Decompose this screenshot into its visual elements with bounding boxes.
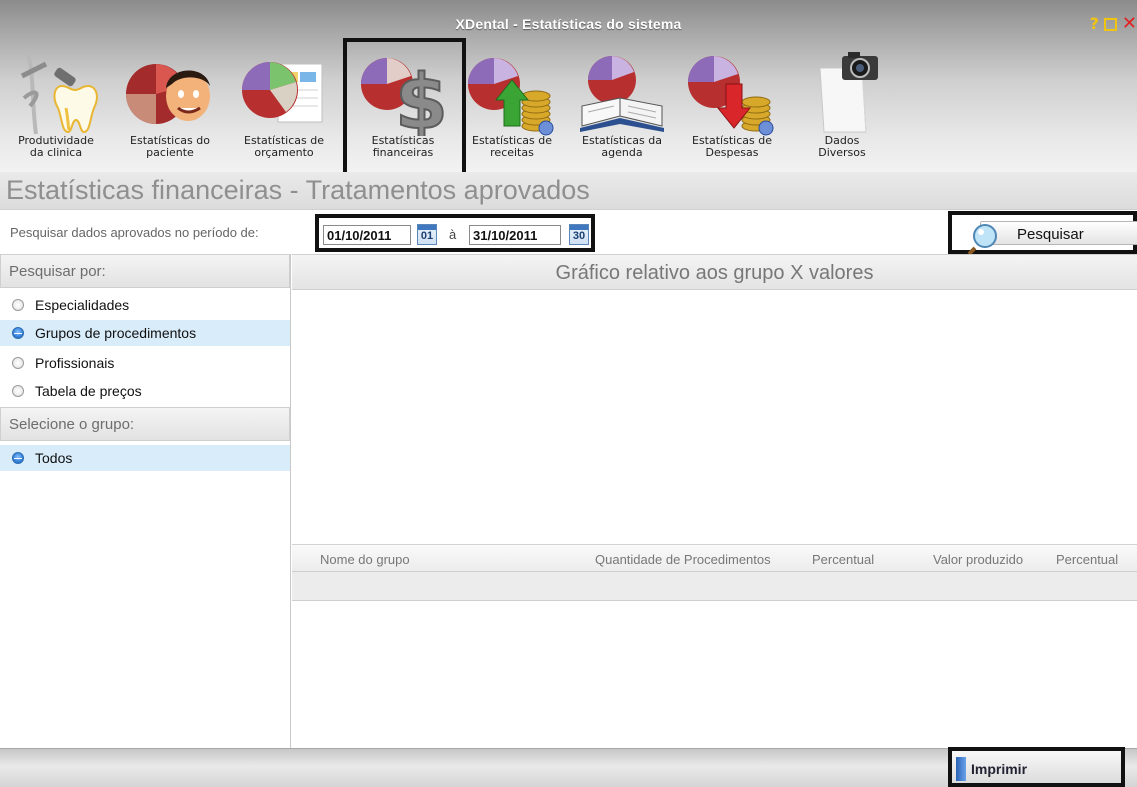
pie-chart-dollar-icon: $	[361, 56, 449, 136]
radio-off-icon	[12, 385, 24, 397]
maximize-icon[interactable]	[1103, 17, 1117, 31]
chart-title: Gráfico relativo aos grupo X valores	[555, 262, 874, 284]
toolbar-item-estatisticas-despesas[interactable]: Estatísticas de Despesas	[676, 40, 788, 170]
toolbar-label: Estatísticas de Despesas	[692, 134, 772, 159]
toolbar-label: Estatísticas da agenda	[582, 134, 662, 159]
window-title: XDental - Estatísticas do sistema	[455, 16, 682, 32]
toolbar-label: Dados Diversos	[818, 134, 866, 159]
radio-label: Especialidades	[35, 297, 130, 313]
toolbar-label: Produtividade da clinica	[18, 134, 94, 159]
toolbar-item-estatisticas-receitas[interactable]: Estatísticas de receitas	[456, 40, 568, 170]
radio-especialidades[interactable]: Especialidades	[0, 292, 290, 318]
close-icon[interactable]: ✕	[1122, 15, 1137, 33]
toolbar-item-estatisticas-financeiras[interactable]: $ Estatísticas financeiras	[343, 38, 466, 176]
print-button-label: Imprimir	[971, 761, 1028, 777]
page-heading-bar: Estatísticas financeiras - Tratamentos a…	[0, 172, 1137, 210]
search-button[interactable]: Pesquisar	[948, 211, 1137, 254]
help-icon[interactable]: ?	[1090, 15, 1099, 33]
footer-bar: Imprimir	[0, 747, 1137, 787]
radio-todos[interactable]: Todos	[0, 445, 290, 471]
calendar-day-label: 30	[572, 230, 586, 242]
pie-chart-book-icon	[580, 56, 664, 132]
column-header-nome-do-grupo[interactable]: Nome do grupo	[320, 552, 410, 567]
window-controls: ? ✕	[1090, 15, 1137, 33]
radio-tabela-de-precos[interactable]: Tabela de preços	[0, 378, 290, 404]
results-grid: Nome do grupo Quantidade de Procedimento…	[292, 544, 1137, 748]
dental-tools-icon	[20, 53, 98, 135]
column-header-percentual-valor[interactable]: Percentual	[1056, 552, 1118, 567]
radio-profissionais[interactable]: Profissionais	[0, 350, 290, 376]
toolbar-label: Estatísticas de orçamento	[244, 134, 324, 159]
toolbar-item-estatisticas-orcamento[interactable]: Estatísticas de orçamento	[228, 40, 340, 170]
pie-chart-coins-up-icon	[468, 58, 554, 136]
period-label: Pesquisar dados aprovados no período de:	[10, 225, 259, 240]
end-calendar-icon[interactable]: 30	[569, 224, 589, 245]
toolbar-item-estatisticas-agenda[interactable]: Estatísticas da agenda	[566, 40, 678, 170]
statistics-toolbar: Produtividade da clinica Estatísticas do p…	[0, 38, 900, 176]
title-and-toolbar-band: XDental - Estatísticas do sistema ? ✕ Pr…	[0, 0, 1137, 176]
print-button[interactable]: Imprimir	[948, 747, 1125, 787]
pie-chart-coins-down-icon	[688, 56, 774, 136]
page-title: Estatísticas financeiras - Tratamentos a…	[6, 175, 590, 205]
column-header-valor-produzido[interactable]: Valor produzido	[933, 552, 1023, 567]
calendar-day-label: 01	[420, 230, 434, 242]
magnifier-icon	[967, 224, 997, 254]
print-icon	[956, 757, 966, 781]
filter-panel: Pesquisar por: Especialidades Grupos de …	[0, 254, 291, 748]
chart-title-bar: Gráfico relativo aos grupo X valores	[292, 254, 1137, 290]
radio-label: Profissionais	[35, 355, 115, 371]
radio-on-icon	[12, 327, 24, 339]
column-header-percentual[interactable]: Percentual	[812, 552, 874, 567]
chart-area: Gráfico relativo aos grupo X valores	[292, 254, 1137, 544]
search-by-header: Pesquisar por:	[0, 254, 290, 288]
radio-label: Tabela de preços	[35, 383, 142, 399]
toolbar-item-estatisticas-paciente[interactable]: Estatísticas do paciente	[114, 40, 226, 170]
radio-on-icon	[12, 452, 24, 464]
radio-label: Grupos de procedimentos	[35, 325, 197, 341]
svg-text:$: $	[395, 57, 448, 136]
pie-chart-patient-icon	[126, 64, 210, 124]
start-date-input[interactable]	[323, 225, 411, 245]
toolbar-item-produtividade[interactable]: Produtividade da clinica	[0, 40, 112, 170]
pie-chart-report-icon	[242, 62, 323, 123]
search-button-label: Pesquisar	[1017, 226, 1084, 243]
search-button-face: Pesquisar	[967, 221, 1137, 254]
toolbar-label: Estatísticas financeiras	[371, 134, 435, 159]
start-calendar-icon[interactable]: 01	[417, 224, 437, 245]
radio-label: Todos	[35, 450, 73, 466]
column-header-quantidade[interactable]: Quantidade de Procedimentos	[595, 552, 771, 567]
camera-document-icon	[819, 52, 878, 133]
date-separator: à	[449, 227, 457, 242]
radio-off-icon	[12, 299, 24, 311]
radio-grupos-de-procedimentos[interactable]: Grupos de procedimentos	[0, 320, 290, 346]
grid-total-row	[292, 572, 1137, 601]
search-period-row: Pesquisar dados aprovados no período de:…	[0, 211, 1137, 254]
radio-off-icon	[12, 357, 24, 369]
toolbar-label: Estatísticas do paciente	[130, 134, 210, 159]
toolbar-label: Estatísticas de receitas	[472, 134, 552, 159]
select-group-header: Selecione o grupo:	[0, 407, 290, 441]
end-date-input[interactable]	[469, 225, 561, 245]
toolbar-item-dados-diversos[interactable]: Dados Diversos	[786, 40, 898, 170]
date-range-picker: 01 à 30	[315, 214, 595, 252]
grid-header: Nome do grupo Quantidade de Procedimento…	[292, 544, 1137, 572]
